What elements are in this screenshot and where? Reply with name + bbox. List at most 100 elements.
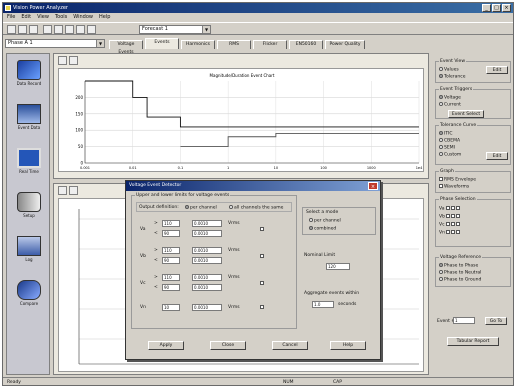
y-tick-label: 0 xyxy=(80,161,83,166)
lower-zoom-icon[interactable] xyxy=(69,186,78,195)
phase-va-row[interactable]: Va xyxy=(439,206,461,212)
vc-lower-input[interactable]: 90 xyxy=(162,284,180,291)
voltage-reference-group: Voltage Reference Phase to Phase Phase t… xyxy=(435,255,511,287)
vb-enable-checkbox[interactable] xyxy=(260,254,264,258)
sidebar-item-log[interactable]: Log xyxy=(10,234,48,274)
vb-lower-duration-input[interactable]: 0.0010 xyxy=(192,257,222,264)
close-button[interactable]: × xyxy=(502,4,511,12)
vc-enable-checkbox[interactable] xyxy=(260,281,264,285)
trigger-voltage-option[interactable]: Voltage xyxy=(439,95,461,101)
print-icon[interactable] xyxy=(29,25,38,34)
ref-phase-phase-option[interactable]: Phase to Phase xyxy=(439,263,478,269)
chart-zoom-icon[interactable] xyxy=(69,56,78,65)
sidebar-label: Data Record xyxy=(16,81,42,86)
graph-rms-option[interactable]: RMS Envelope xyxy=(439,177,476,183)
trigger-current-option[interactable]: Current xyxy=(439,102,461,108)
graph-heading: Graph xyxy=(439,169,455,174)
phase-vc-row[interactable]: Vc xyxy=(439,222,461,228)
edit-tolerance-button[interactable]: Edit xyxy=(486,152,508,160)
view-tolerance-option[interactable]: Tolerance xyxy=(439,74,465,80)
cursor-icon[interactable] xyxy=(54,25,63,34)
zoom-icon[interactable] xyxy=(43,25,52,34)
event-select-button[interactable]: Event Select xyxy=(448,110,484,118)
sidebar-item-event-data[interactable]: Event Data xyxy=(10,102,48,142)
status-mid: NUM xyxy=(283,380,294,385)
ref-phase-neutral-option[interactable]: Phase to Neutral xyxy=(439,270,481,276)
help-button[interactable]: Help xyxy=(330,341,366,350)
menu-file[interactable]: File xyxy=(7,13,15,22)
vb-upper-input[interactable]: 110 xyxy=(162,247,180,254)
menu-help[interactable]: Help xyxy=(99,13,110,22)
phase-vb-row[interactable]: Vb xyxy=(439,214,461,220)
vn-duration-input[interactable]: 0.0010 xyxy=(192,304,222,311)
aggregate-input[interactable]: 1.0 xyxy=(312,301,334,308)
tab-flicker[interactable]: Flicker xyxy=(253,40,287,49)
dialog-close-icon[interactable]: × xyxy=(368,182,378,190)
va-lower-input[interactable]: 90 xyxy=(162,230,180,237)
vc-upper-input[interactable]: 110 xyxy=(162,274,180,281)
tab-voltage-events[interactable]: Voltage Events xyxy=(109,40,143,55)
tol-semi-option[interactable]: SEMI xyxy=(439,145,455,151)
sidebar-item-real-time[interactable]: Real Time xyxy=(10,146,48,186)
va-lower-duration-input[interactable]: 0.0010 xyxy=(192,230,222,237)
x-tick-label: 1 xyxy=(227,166,229,170)
apply-button[interactable]: Apply xyxy=(148,341,184,350)
sidebar-item-data-record[interactable]: Data Record xyxy=(10,58,48,98)
dataset-select[interactable]: Forecast 1 ▼ xyxy=(139,25,211,34)
vb-upper-duration-input[interactable]: 0.0010 xyxy=(192,247,222,254)
event-trigger-heading: Event Triggers xyxy=(439,87,474,92)
ref-phase-ground-option[interactable]: Phase to Ground xyxy=(439,277,481,283)
x-tick-label: 10 xyxy=(274,166,278,170)
chart-tool-icon[interactable] xyxy=(58,56,67,65)
mode-per-channel-option[interactable]: per channel xyxy=(185,205,217,211)
select-combined-option[interactable]: combined xyxy=(309,226,336,232)
tab-harmonics[interactable]: Harmonics xyxy=(181,40,215,49)
menu-edit[interactable]: Edit xyxy=(21,13,31,22)
nominal-input[interactable]: 120 xyxy=(326,263,350,270)
go-to-button[interactable]: Go To xyxy=(485,317,507,325)
tabular-report-button[interactable]: Tabular Report xyxy=(447,337,499,346)
va-enable-checkbox[interactable] xyxy=(260,227,264,231)
x-tick-label: 1e4 xyxy=(416,166,423,170)
tol-cbema-option[interactable]: CBEMA xyxy=(439,138,460,144)
save-icon[interactable] xyxy=(18,25,27,34)
tol-custom-option[interactable]: Custom xyxy=(439,152,461,158)
menu-view[interactable]: View xyxy=(37,13,49,22)
graph-waveforms-option[interactable]: Waveforms xyxy=(439,184,469,190)
vb-lower-input[interactable]: 90 xyxy=(162,257,180,264)
sidebar-item-compare[interactable]: Compare xyxy=(10,278,48,318)
phase-vn-row[interactable]: Vn xyxy=(439,230,461,236)
tol-itic-option[interactable]: ITIC xyxy=(439,131,453,137)
sidebar-item-setup[interactable]: Setup xyxy=(10,190,48,230)
vn-upper-input[interactable]: 10 xyxy=(162,304,180,311)
minimize-button[interactable]: _ xyxy=(482,4,491,12)
event-number-input[interactable]: 1 xyxy=(453,317,475,324)
lower-tool-icon[interactable] xyxy=(58,186,67,195)
cancel-button[interactable]: Cancel xyxy=(272,341,308,350)
open-icon[interactable] xyxy=(7,25,16,34)
phase-selection-heading: Phase Selection xyxy=(439,197,477,202)
help-icon[interactable] xyxy=(87,25,96,34)
event-view-heading: Event View xyxy=(439,59,467,64)
select-per-channel-option[interactable]: per channel xyxy=(309,218,341,224)
tab-rms[interactable]: RMS xyxy=(217,40,251,49)
edit-button[interactable]: Edit xyxy=(486,66,508,74)
tab-en50160[interactable]: EN50160 xyxy=(289,40,323,49)
tab-events[interactable]: Events xyxy=(145,38,179,49)
menu-window[interactable]: Window xyxy=(73,13,93,22)
settings-icon[interactable] xyxy=(76,25,85,34)
view-values-option[interactable]: Values xyxy=(439,67,459,73)
mode-all-channels-option[interactable]: all channels the same xyxy=(229,205,283,211)
maximize-button[interactable]: □ xyxy=(492,4,501,12)
tab-power-quality[interactable]: Power Quality xyxy=(325,40,365,49)
vn-enable-checkbox[interactable] xyxy=(260,305,264,309)
close-dialog-button[interactable]: Close xyxy=(210,341,246,350)
va-upper-duration-input[interactable]: 0.0010 xyxy=(192,220,222,227)
menu-tools[interactable]: Tools xyxy=(55,13,67,22)
vc-lower-duration-input[interactable]: 0.0010 xyxy=(192,284,222,291)
refresh-icon[interactable] xyxy=(65,25,74,34)
va-upper-input[interactable]: 110 xyxy=(162,220,180,227)
data-record-icon xyxy=(17,60,41,80)
channel-select[interactable]: Phase A 1 ▼ xyxy=(5,39,105,48)
vc-upper-duration-input[interactable]: 0.0010 xyxy=(192,274,222,281)
